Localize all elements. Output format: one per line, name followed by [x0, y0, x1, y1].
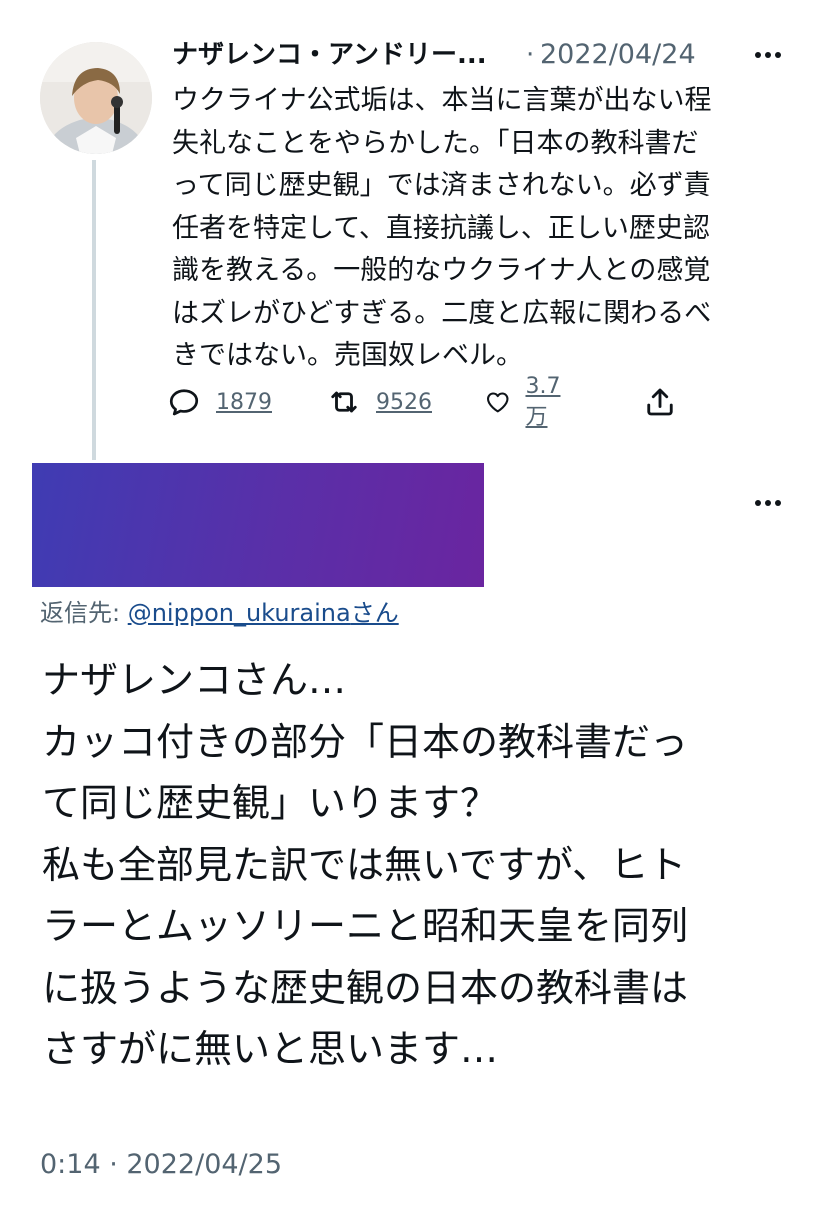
share-button[interactable] — [642, 382, 678, 422]
reply-icon — [169, 389, 199, 416]
author-name[interactable]: ナザレンコ・アンドリー... — [172, 38, 524, 72]
thread-line — [92, 160, 96, 460]
reply-to-line: 返信先: @nippon_ukurainaさん — [40, 596, 399, 630]
like-button[interactable]: 3.7万 — [484, 374, 569, 430]
like-icon — [486, 392, 509, 413]
retweet-icon — [331, 391, 357, 413]
retweet-count: 9526 — [376, 389, 432, 415]
avatar[interactable] — [40, 42, 152, 154]
more-icon[interactable] — [750, 45, 786, 65]
quoted-tweet-text: ウクライナ公式垢は、本当に言葉が出ない程 失礼なことをやらかした。「日本の教科書… — [172, 85, 712, 371]
more-icon[interactable] — [750, 493, 786, 513]
reply-button[interactable]: 1879 — [166, 382, 272, 422]
separator-dot: · — [526, 40, 535, 70]
retweet-button[interactable]: 9526 — [326, 382, 432, 422]
reply-timestamp[interactable]: 0:14 · 2022/04/25 — [40, 1145, 282, 1185]
reply-to-suffix: さん — [350, 599, 399, 627]
reply-count: 1879 — [216, 389, 272, 415]
reply-to-handle: @nippon_ukuraina — [127, 599, 351, 627]
like-count: 3.7万 — [525, 373, 561, 430]
reply-to-label: 返信先: — [40, 599, 128, 627]
reply-tweet-text: ナザレンコさん… カッコ付きの部分「日本の教科書だっ て同じ歴史観」いります？ … — [42, 658, 689, 1071]
tweet-date[interactable]: 2022/04/24 — [540, 38, 696, 72]
share-icon — [647, 388, 673, 416]
redacted-user-header — [32, 463, 484, 587]
reply-to-handle-link[interactable]: @nippon_ukurainaさん — [128, 599, 399, 627]
